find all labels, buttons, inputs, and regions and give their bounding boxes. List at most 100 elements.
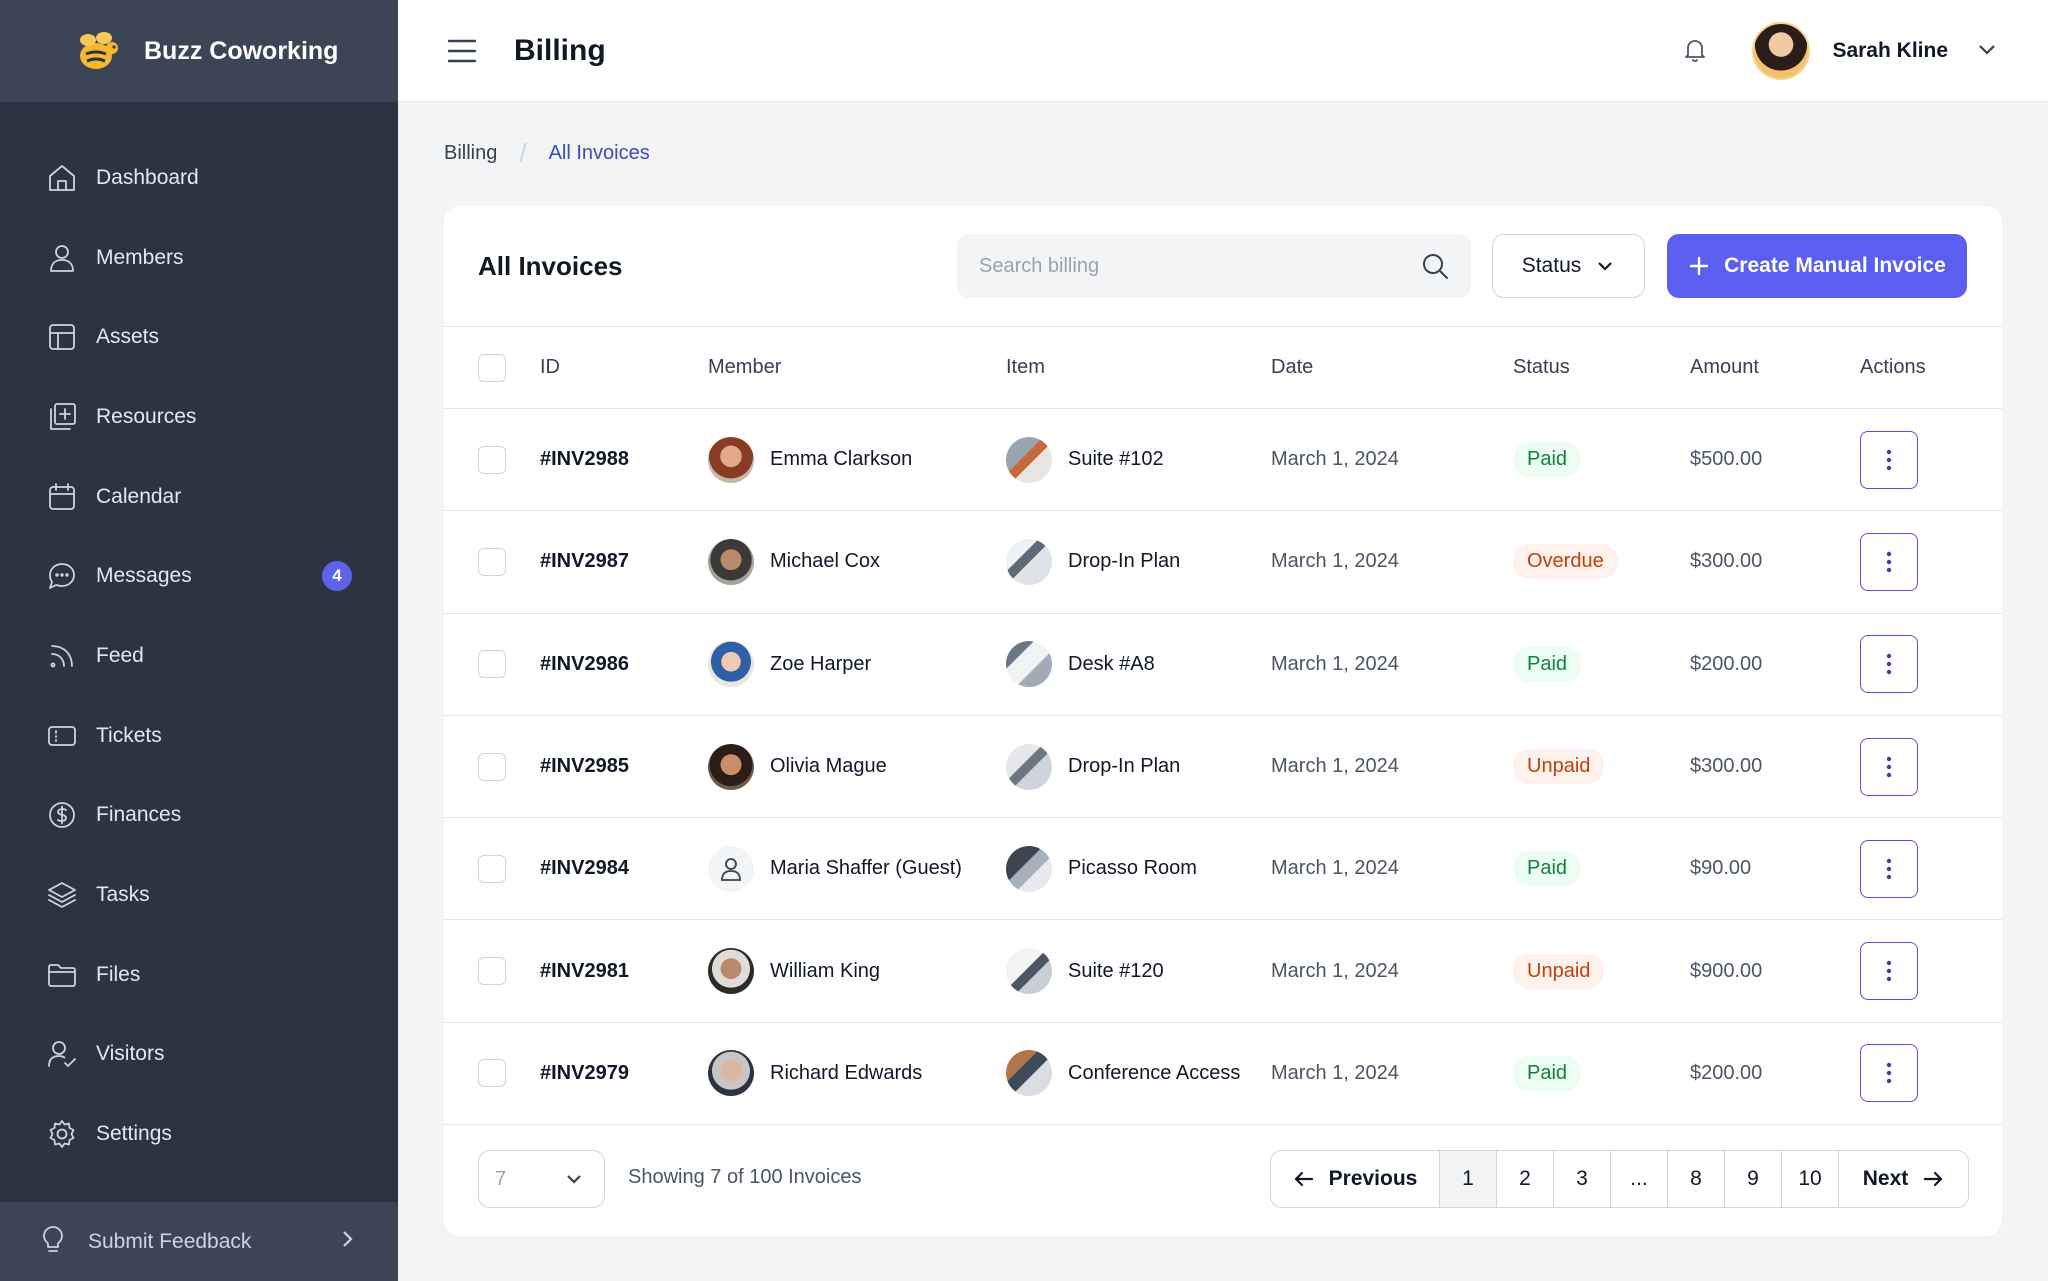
row-actions-button[interactable]	[1860, 737, 1918, 796]
table-row[interactable]: #INV2985 Olivia Mague Drop-In Plan March…	[444, 715, 2002, 818]
row-actions-button[interactable]	[1860, 839, 1918, 898]
sidebar-item-calendar[interactable]: Calendar	[0, 457, 398, 537]
row-actions-button[interactable]	[1860, 430, 1918, 489]
sidebar-item-feed[interactable]: Feed	[0, 616, 398, 696]
page-size-select[interactable]: 7	[478, 1150, 605, 1208]
breadcrumb-current[interactable]: All Invoices	[549, 142, 650, 165]
row-checkbox[interactable]	[478, 752, 506, 781]
row-actions-button[interactable]	[1860, 635, 1918, 694]
sidebar-item-resources[interactable]: Resources	[0, 377, 398, 457]
row-actions-button[interactable]	[1860, 532, 1918, 591]
select-all-checkbox[interactable]	[478, 353, 506, 382]
sidebar-item-tasks[interactable]: Tasks	[0, 855, 398, 935]
brand[interactable]: Buzz Coworking	[0, 0, 398, 102]
sidebar-item-dashboard[interactable]: Dashboard	[0, 138, 398, 218]
row-checkbox[interactable]	[478, 445, 506, 474]
invoice-date: March 1, 2024	[1271, 959, 1399, 982]
search-icon[interactable]	[1421, 252, 1449, 285]
member-name[interactable]: Emma Clarkson	[770, 448, 912, 471]
column-header-id[interactable]: ID	[540, 327, 708, 409]
actions-cell	[1860, 920, 2002, 1022]
sidebar-item-tickets[interactable]: Tickets	[0, 696, 398, 776]
invoice-id[interactable]: #INV2979	[540, 1022, 708, 1124]
arrow-right-icon	[1924, 1171, 1943, 1187]
breadcrumb-billing-link[interactable]: Billing	[444, 142, 497, 165]
invoice-id[interactable]: #INV2986	[540, 613, 708, 715]
member-name[interactable]: William King	[770, 960, 880, 983]
item-thumbnail	[1006, 538, 1052, 585]
member-name[interactable]: Zoe Harper	[770, 653, 871, 676]
item-cell: Conference Access	[1006, 1022, 1271, 1124]
item-name: Drop-In Plan	[1068, 755, 1181, 778]
sidebar-item-assets[interactable]: Assets	[0, 297, 398, 377]
search-input[interactable]	[979, 254, 1399, 278]
row-select-cell	[444, 715, 540, 817]
row-actions-button[interactable]	[1860, 942, 1918, 1001]
table-row[interactable]: #INV2981 William King Suite #120 March 1…	[444, 920, 2002, 1023]
user-menu-chevron-down-icon[interactable]	[1976, 38, 1998, 65]
row-checkbox[interactable]	[478, 1059, 506, 1088]
column-header-member[interactable]: Member	[708, 327, 1006, 409]
table-row[interactable]: #INV2986 Zoe Harper Desk #A8 March 1, 20…	[444, 613, 2002, 716]
menu-toggle-button[interactable]	[446, 35, 478, 67]
status-filter-dropdown[interactable]: Status	[1492, 234, 1645, 298]
sidebar-item-files[interactable]: Files	[0, 935, 398, 1015]
invoice-id[interactable]: #INV2984	[540, 818, 708, 920]
status-badge: Unpaid	[1513, 749, 1605, 785]
notifications-button[interactable]	[1680, 35, 1712, 67]
pagination: Previous 1 2 3 ... 8 9 10 Next	[1270, 1150, 1969, 1208]
table-row[interactable]: #INV2988 Emma Clarkson Suite #102 March …	[444, 409, 2002, 511]
status-cell: Unpaid	[1513, 920, 1690, 1022]
invoices-card-header: All Invoices Status Create Manual Invoic…	[444, 206, 2002, 326]
sidebar-item-members[interactable]: Members	[0, 218, 398, 298]
create-manual-invoice-button[interactable]: Create Manual Invoice	[1667, 234, 1967, 298]
invoice-id[interactable]: #INV2981	[540, 920, 708, 1022]
page-button-1[interactable]: 1	[1439, 1151, 1496, 1207]
table-footer: 7 Showing 7 of 100 Invoices Previous 1 2…	[444, 1122, 2002, 1236]
previous-page-button[interactable]: Previous	[1271, 1151, 1439, 1207]
table-row[interactable]: #INV2979 Richard Edwards Conference Acce…	[444, 1022, 2002, 1125]
table-row[interactable]: #INV2987 Michael Cox Drop-In Plan March …	[444, 511, 2002, 614]
user-icon	[46, 242, 78, 274]
page-button-8[interactable]: 8	[1667, 1151, 1724, 1207]
submit-feedback-button[interactable]: Submit Feedback	[0, 1202, 398, 1281]
invoice-id[interactable]: #INV2985	[540, 715, 708, 817]
user-name[interactable]: Sarah Kline	[1832, 39, 1948, 63]
invoice-id[interactable]: #INV2987	[540, 511, 708, 613]
item-name: Desk #A8	[1068, 652, 1155, 675]
next-page-button[interactable]: Next	[1838, 1151, 1968, 1207]
page-button-10[interactable]: 10	[1781, 1151, 1838, 1207]
plus-icon	[1689, 256, 1709, 276]
layers-icon	[46, 879, 78, 911]
item-cell: Drop-In Plan	[1006, 511, 1271, 613]
sidebar-item-finances[interactable]: Finances	[0, 776, 398, 856]
column-header-item[interactable]: Item	[1006, 327, 1271, 409]
sidebar-item-messages[interactable]: Messages 4	[0, 536, 398, 616]
avatar	[708, 1050, 754, 1097]
avatar[interactable]	[1752, 22, 1811, 80]
page-button-2[interactable]: 2	[1496, 1151, 1553, 1207]
table-row[interactable]: #INV2984 Maria Shaffer (Guest) Picasso R…	[444, 818, 2002, 920]
sidebar-item-label: Feed	[96, 643, 144, 667]
avatar	[708, 948, 754, 995]
sidebar-nav: Dashboard Members Assets Resources Calen…	[0, 138, 398, 1174]
row-checkbox[interactable]	[478, 650, 506, 679]
column-header-date[interactable]: Date	[1271, 327, 1513, 409]
page-button-9[interactable]: 9	[1724, 1151, 1781, 1207]
page-button-3[interactable]: 3	[1553, 1151, 1610, 1207]
member-name[interactable]: Olivia Mague	[770, 755, 887, 778]
row-actions-button[interactable]	[1860, 1044, 1918, 1103]
sidebar-item-settings[interactable]: Settings	[0, 1094, 398, 1174]
invoice-id[interactable]: #INV2988	[540, 409, 708, 511]
column-header-amount[interactable]: Amount	[1690, 327, 1860, 409]
invoice-amount: $200.00	[1690, 1061, 1763, 1084]
member-name[interactable]: Richard Edwards	[770, 1062, 922, 1085]
column-header-status[interactable]: Status	[1513, 327, 1690, 409]
row-checkbox[interactable]	[478, 854, 506, 883]
member-name[interactable]: Maria Shaffer (Guest)	[770, 857, 962, 880]
member-name[interactable]: Michael Cox	[770, 550, 880, 573]
sidebar-item-visitors[interactable]: Visitors	[0, 1015, 398, 1095]
row-checkbox[interactable]	[478, 957, 506, 986]
invoice-date: March 1, 2024	[1271, 448, 1399, 471]
row-checkbox[interactable]	[478, 547, 506, 576]
